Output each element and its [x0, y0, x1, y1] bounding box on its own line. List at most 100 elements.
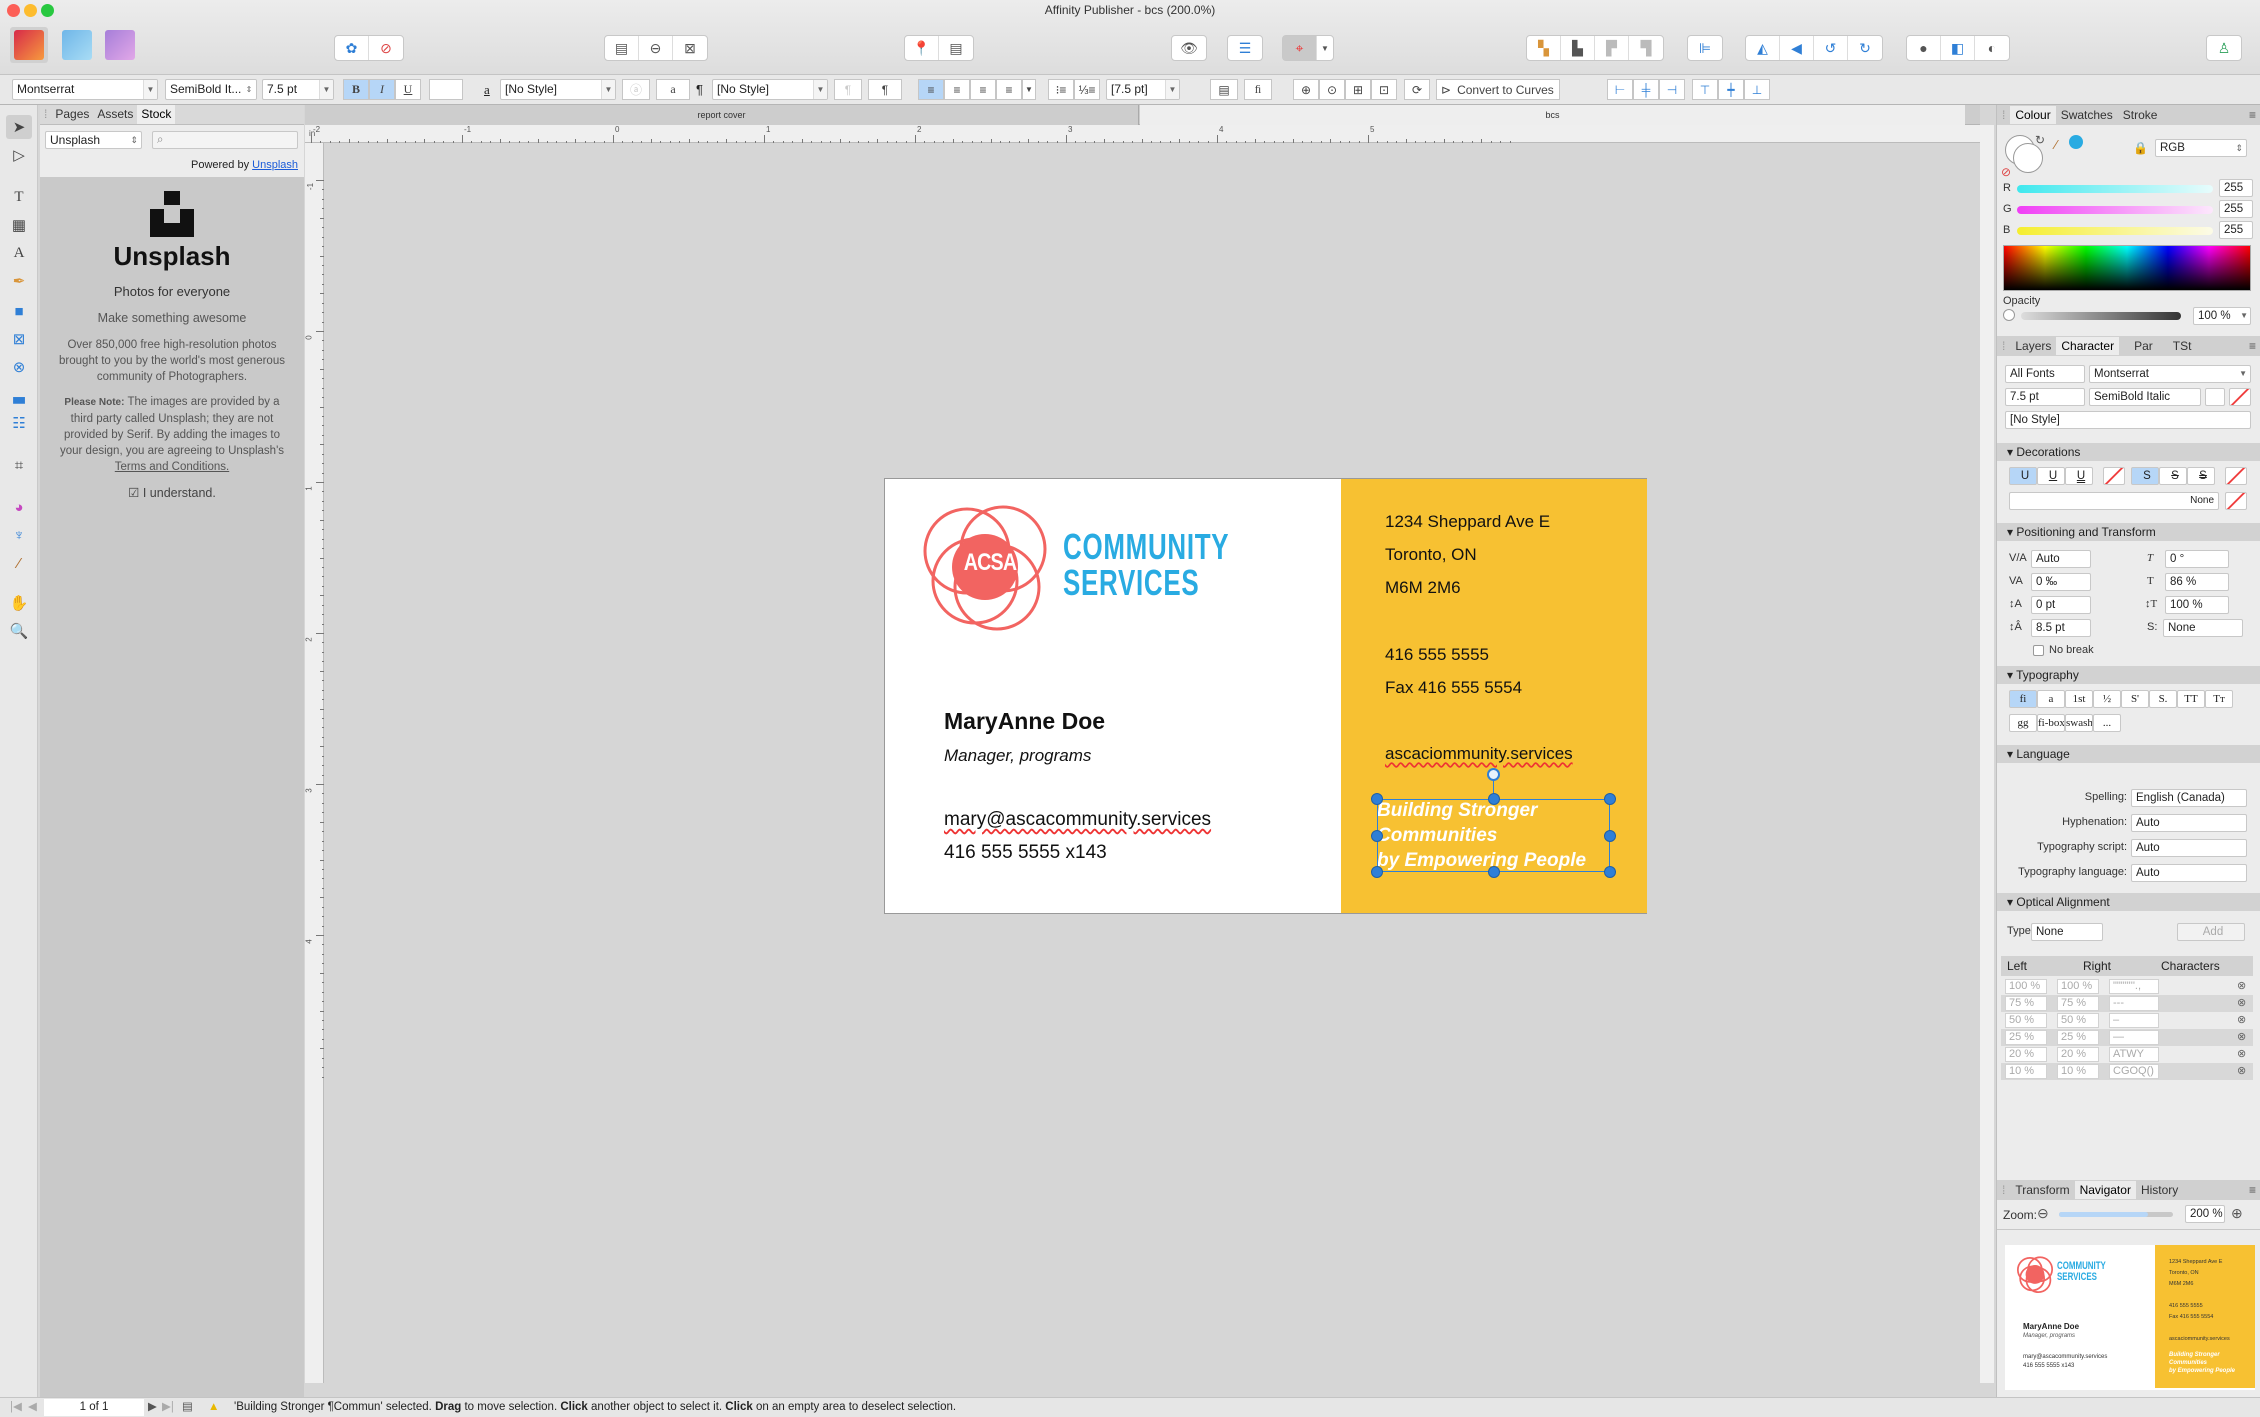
convert-to-curves-button[interactable]: ⊳ Convert to Curves [1436, 79, 1560, 100]
first-page-icon[interactable]: |◀ [10, 1398, 22, 1417]
decoration-line-select[interactable]: None [2009, 492, 2219, 510]
tab-navigator[interactable]: Navigator [2074, 1181, 2136, 1199]
no-colour-icon[interactable]: ⊘ [2001, 165, 2011, 179]
panel-menu-icon[interactable]: ≡ [2244, 1181, 2260, 1199]
reveal-button[interactable]: ⊙ [1319, 79, 1345, 100]
tab-transform[interactable]: Transform [2010, 1181, 2074, 1199]
stock-search-input[interactable]: ⌕ [152, 131, 298, 149]
place-image-icon[interactable]: ▃ [6, 383, 32, 407]
green-value-input[interactable]: 255 [2219, 200, 2253, 218]
remove-row-icon[interactable]: ⊗ [2237, 996, 2246, 1009]
font-collection-select[interactable]: All Fonts [2005, 365, 2085, 383]
account-icon[interactable]: ♙ [2207, 36, 2241, 60]
resize-handle[interactable] [1487, 793, 1500, 805]
contact-title[interactable]: Manager, programs [944, 746, 1091, 766]
oa-characters-input[interactable]: --- [2109, 996, 2159, 1011]
no-break-checkbox[interactable] [2033, 645, 2044, 656]
zoom-input[interactable]: 200 % [2185, 1205, 2225, 1223]
strike-double-icon[interactable]: S [2187, 467, 2215, 485]
remove-row-icon[interactable]: ⊗ [2237, 1013, 2246, 1026]
justify-button[interactable]: ≡ [996, 79, 1022, 100]
lock-icon[interactable]: 🔒 [2133, 141, 2148, 155]
align-right-button[interactable]: ≡ [970, 79, 996, 100]
underline-custom-icon[interactable]: U [2065, 467, 2093, 485]
address-line-2[interactable]: Toronto, ON [1385, 545, 1477, 565]
align-center-button[interactable]: ≡ [944, 79, 970, 100]
remove-row-icon[interactable]: ⊗ [2237, 979, 2246, 992]
tab-stroke[interactable]: Stroke [2118, 106, 2163, 124]
blue-slider[interactable] [2017, 227, 2213, 235]
hand-tool-icon[interactable]: ✋ [6, 591, 32, 615]
typography-feature-button[interactable]: fi [2009, 690, 2037, 708]
typography-feature-button[interactable]: a [2037, 690, 2065, 708]
align-left-edges-button[interactable]: ⊢ [1607, 79, 1633, 100]
typography-feature-button[interactable]: TT [2177, 690, 2205, 708]
vertical-ruler[interactable]: -1 0 1 2 3 4 [305, 143, 324, 1383]
vertical-scale-input[interactable]: 86 % [2165, 573, 2229, 591]
oa-right-input[interactable]: 20 % [2057, 1047, 2099, 1062]
colour-model-select[interactable]: RGB ⇕ [2155, 139, 2247, 157]
panel-grip-icon[interactable]: ⁞ [1997, 1181, 2010, 1199]
char-font-family-select[interactable]: Montserrat ▼ [2089, 365, 2251, 383]
char-style-options-button[interactable]: a [656, 79, 690, 100]
oa-left-input[interactable]: 100 % [2005, 979, 2047, 994]
resize-frame-button[interactable]: ⊡ [1371, 79, 1397, 100]
oa-left-input[interactable]: 75 % [2005, 996, 2047, 1011]
tab-character[interactable]: Character [2056, 337, 2120, 355]
doc-tab-report-cover[interactable]: report cover [305, 105, 1139, 125]
opacity-reset-icon[interactable] [2003, 309, 2015, 321]
char-highlight-swatch[interactable] [2229, 388, 2251, 406]
crop-tool-icon[interactable]: ⌗ [6, 453, 32, 477]
typography-feature-button[interactable]: 1st [2065, 690, 2093, 708]
resize-handle[interactable] [1487, 866, 1500, 878]
resize-handle[interactable] [1604, 866, 1616, 878]
oa-left-input[interactable]: 10 % [2005, 1064, 2047, 1079]
paragraph-style-select[interactable]: [No Style] ▼ [712, 79, 828, 100]
node-tool-icon[interactable]: ▷ [6, 143, 32, 167]
horizontal-scale-input[interactable]: 100 % [2165, 596, 2229, 614]
typography-feature-button[interactable]: ½ [2093, 690, 2121, 708]
colour-spectrum[interactable] [2003, 245, 2251, 291]
main-phone[interactable]: 416 555 5555 [1385, 645, 1489, 665]
italic-button[interactable]: I [369, 79, 395, 100]
hyphenation-select[interactable]: Auto [2131, 814, 2247, 832]
position-select[interactable]: None [2163, 619, 2243, 637]
oa-left-input[interactable]: 20 % [2005, 1047, 2047, 1062]
pen-tool-icon[interactable]: ✒ [6, 269, 32, 293]
char-font-style-select[interactable]: SemiBold Italic [2089, 388, 2201, 406]
typography-extra-button[interactable]: swash [2065, 714, 2093, 732]
zoom-out-icon[interactable]: ⊖ [2037, 1205, 2049, 1222]
eyedropper-icon[interactable]: ⁄ [2055, 137, 2057, 152]
language-section[interactable]: ▾ Language [1997, 745, 2260, 763]
decoration-line-colour-swatch[interactable] [2225, 492, 2247, 510]
char-font-size-select[interactable]: 7.5 pt [2005, 388, 2085, 406]
rotation-handle[interactable] [1487, 768, 1500, 781]
font-size-select[interactable]: 7.5 pt ▼ [262, 79, 334, 100]
resize-handle[interactable] [1604, 793, 1616, 805]
panel-grip-icon[interactable]: ⁞ [1997, 337, 2010, 355]
fax-number[interactable]: Fax 416 555 5554 [1385, 678, 1522, 698]
strike-colour-swatch[interactable] [2225, 467, 2247, 485]
typography-section[interactable]: ▾ Typography [1997, 666, 2260, 684]
align-middle-button[interactable]: ┿ [1718, 79, 1744, 100]
bullet-list-button[interactable]: ⁝≡ [1048, 79, 1074, 100]
blue-value-input[interactable]: 255 [2219, 221, 2253, 239]
oa-characters-input[interactable]: CGOQ() [2109, 1064, 2159, 1079]
tab-history[interactable]: History [2136, 1181, 2183, 1199]
red-value-input[interactable]: 255 [2219, 179, 2253, 197]
tracking-input[interactable]: 0 ‰ [2031, 573, 2091, 591]
remove-row-icon[interactable]: ⊗ [2237, 1064, 2246, 1077]
zoom-tool-icon[interactable]: 🔍 [6, 619, 32, 643]
underline-button[interactable]: U [395, 79, 421, 100]
contact-email[interactable]: mary@ascacommunity.services [944, 809, 1211, 831]
move-front-icon[interactable]: ▙ [1561, 36, 1595, 60]
oa-right-input[interactable]: 75 % [2057, 996, 2099, 1011]
oa-left-input[interactable]: 25 % [2005, 1030, 2047, 1045]
remove-row-icon[interactable]: ⊗ [2237, 1047, 2246, 1060]
panel-grip-icon[interactable]: ⁞ [1997, 106, 2010, 124]
ligatures-button[interactable]: ﬁ [1244, 79, 1272, 100]
move-backward-icon[interactable]: ▜ [1629, 36, 1663, 60]
font-style-select[interactable]: SemiBold It... ⇕ [165, 79, 257, 100]
designer-persona-icon[interactable] [62, 30, 92, 60]
resize-handle[interactable] [1371, 829, 1383, 842]
